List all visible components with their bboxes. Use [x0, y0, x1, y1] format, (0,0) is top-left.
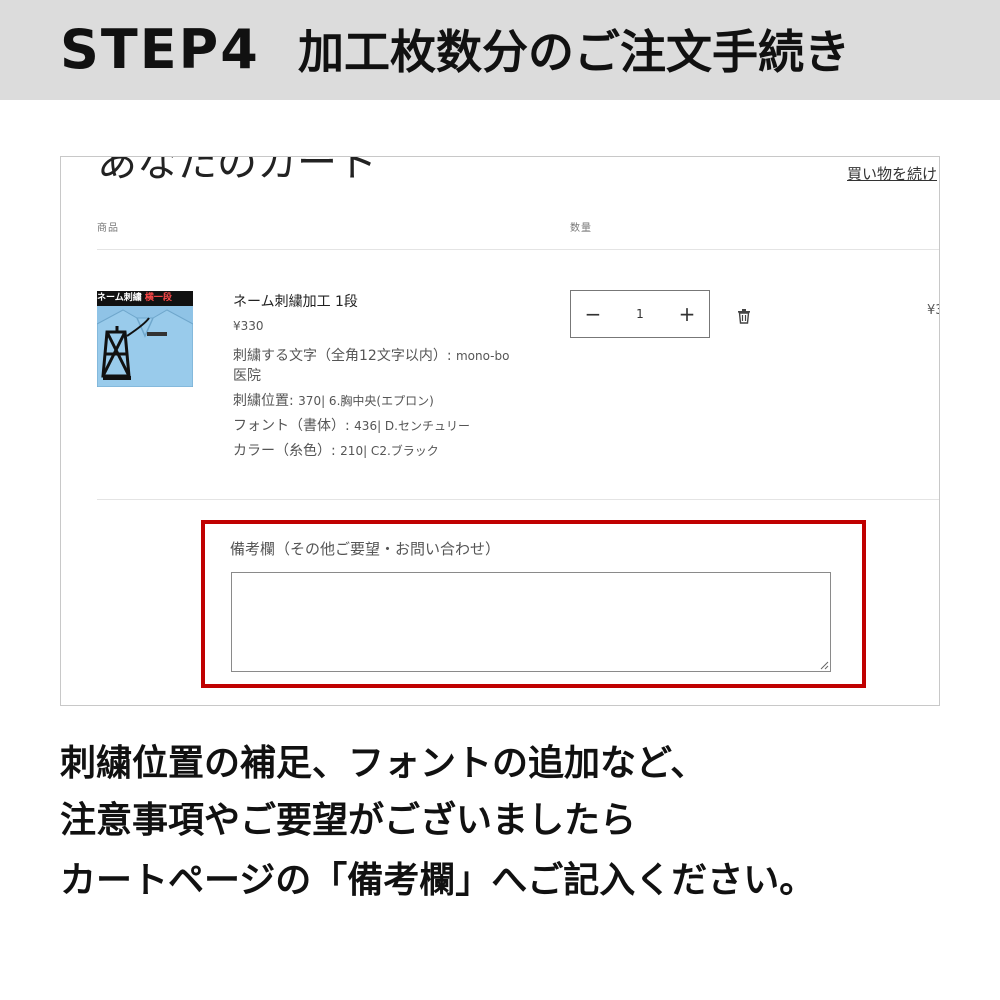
thumbnail-banner: ネーム刺繍 横一段	[97, 291, 193, 306]
trash-icon[interactable]	[737, 308, 751, 324]
quantity-value[interactable]: 1	[615, 291, 665, 337]
resize-grip-icon[interactable]	[820, 661, 829, 670]
notes-label: 備考欄（その他ご要望・お問い合わせ）	[230, 540, 501, 558]
property-font: フォント（書体）: 436| D.センチュリー	[233, 415, 470, 435]
instruction-line-2: 注意事項やご要望がございましたら	[60, 800, 637, 841]
property-value: 210| C2.ブラック	[340, 444, 439, 458]
property-label: フォント（書体）:	[233, 418, 355, 434]
property-text-continued: 医院	[233, 368, 261, 384]
property-label: 刺繍する文字（全角12文字以内）:	[233, 348, 456, 364]
notes-textarea[interactable]	[231, 572, 831, 672]
step-guide-page: STEP4 加工枚数分のご注文手続き あなたのカート 買い物を続け 商品 数量 …	[0, 0, 1000, 1000]
product-thumbnail[interactable]: ネーム刺繍 横一段	[97, 291, 193, 387]
header-divider	[97, 249, 939, 250]
product-name[interactable]: ネーム刺繍加工 1段	[233, 291, 358, 311]
instruction-line-3: カートページの「備考欄」へご記入ください。	[60, 860, 816, 901]
property-text: 刺繍する文字（全角12文字以内）: mono-bo	[233, 345, 509, 365]
quantity-decrease-button[interactable]: −	[571, 291, 615, 337]
item-divider	[97, 499, 939, 500]
property-value: 436| D.センチュリー	[354, 419, 470, 433]
product-column-header: 商品	[97, 223, 119, 234]
property-position: 刺繍位置: 370| 6.胸中央(エプロン)	[233, 390, 434, 410]
apron-embroidery-illustration	[97, 306, 193, 387]
property-label: 刺繍位置:	[233, 393, 299, 409]
quantity-increase-button[interactable]: +	[665, 291, 709, 337]
quantity-stepper: − 1 +	[570, 290, 710, 338]
step-label: STEP4	[60, 18, 260, 81]
product-price: ¥330	[233, 319, 264, 333]
continue-shopping-link[interactable]: 買い物を続け	[847, 163, 937, 184]
cart-title: あなたのカート	[97, 156, 377, 186]
line-item-price: ¥3	[927, 303, 939, 318]
property-value: 370| 6.胸中央(エプロン)	[298, 394, 434, 408]
instruction-line-1: 刺繍位置の補足、フォントの追加など、	[60, 743, 707, 784]
property-label: カラー（糸色）:	[233, 443, 341, 459]
thumbnail-banner-left: ネーム刺繍	[97, 293, 142, 303]
quantity-column-header: 数量	[570, 223, 592, 234]
step-title: 加工枚数分のご注文手続き	[298, 25, 850, 79]
step-header: STEP4 加工枚数分のご注文手続き	[0, 0, 1000, 100]
property-color: カラー（糸色）: 210| C2.ブラック	[233, 440, 439, 460]
thumbnail-banner-right: 横一段	[144, 293, 172, 303]
property-value: mono-bo	[455, 349, 510, 363]
